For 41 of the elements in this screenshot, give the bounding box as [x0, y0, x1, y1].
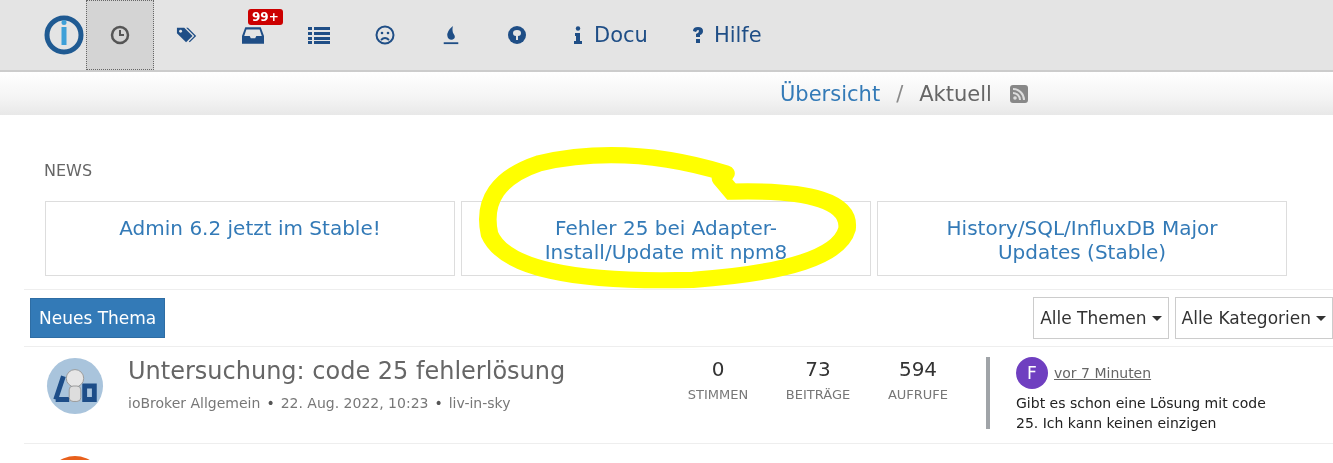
rss-icon[interactable] — [1009, 84, 1028, 103]
filter-dropdown[interactable]: Alle Themen — [1033, 297, 1169, 339]
stat-value: 0 — [711, 357, 725, 381]
breadcrumb-separator: / — [896, 81, 904, 106]
bullet-separator: • — [434, 395, 443, 411]
news-card[interactable]: Admin 6.2 jetzt im Stable! — [45, 201, 455, 276]
last-post-time-link[interactable]: vor 7 Minuten — [1054, 365, 1152, 381]
help-icon — [691, 26, 704, 44]
news-card[interactable]: History/SQL/InfluxDB Major Updates (Stable) — [877, 201, 1287, 276]
notification-badge: 99+ — [248, 9, 283, 25]
stat-value: 594 — [898, 357, 938, 381]
category-link[interactable]: ioBroker Allgemein — [128, 395, 261, 411]
new-topic-button[interactable]: Neues Thema — [30, 298, 166, 338]
news-card[interactable]: Fehler 25 bei Adapter-Install/Update mit npm8 — [461, 201, 871, 276]
author-link[interactable]: liv-in-sky — [448, 395, 511, 411]
frown-icon — [374, 25, 396, 45]
tags-icon — [176, 25, 198, 45]
nav-tab[interactable]: Hilfe — [669, 0, 784, 70]
stat-value: 73 — [805, 357, 831, 381]
topic-date: 22. Aug. 2022, 10:23 — [280, 395, 429, 411]
list-icon — [308, 25, 330, 45]
topic-title[interactable]: Untersuchung: code 25 fehlerlösung — [128, 357, 668, 385]
user-avatar: F — [1016, 357, 1048, 389]
logo-icon[interactable] — [44, 15, 84, 55]
inbox-icon — [242, 25, 264, 45]
bullet-separator: • — [266, 395, 275, 411]
nav-tab[interactable]: Docu — [550, 0, 670, 70]
stat-label: BEITRÄGE — [785, 387, 851, 402]
stat-label: STIMMEN — [687, 387, 749, 402]
caret-icon — [1316, 315, 1326, 321]
caret-icon — [1151, 315, 1162, 321]
clock-icon — [109, 25, 131, 45]
info-icon — [572, 26, 584, 44]
filter-dropdown[interactable]: Alle Kategorien — [1174, 297, 1333, 339]
nav-tab[interactable] — [86, 0, 154, 70]
nav-tab[interactable]: 99+ — [220, 0, 286, 70]
stat-label: AUFRUFE — [887, 387, 949, 402]
breadcrumb-current: Aktuell — [919, 81, 992, 106]
news-heading: NEWS — [43, 160, 94, 182]
last-post-excerpt: Gibt es schon eine Lösung mit code 25. Ich kann keinen einzigen — [1016, 394, 1267, 433]
breadcrumb-link[interactable]: Übersicht — [780, 81, 881, 106]
